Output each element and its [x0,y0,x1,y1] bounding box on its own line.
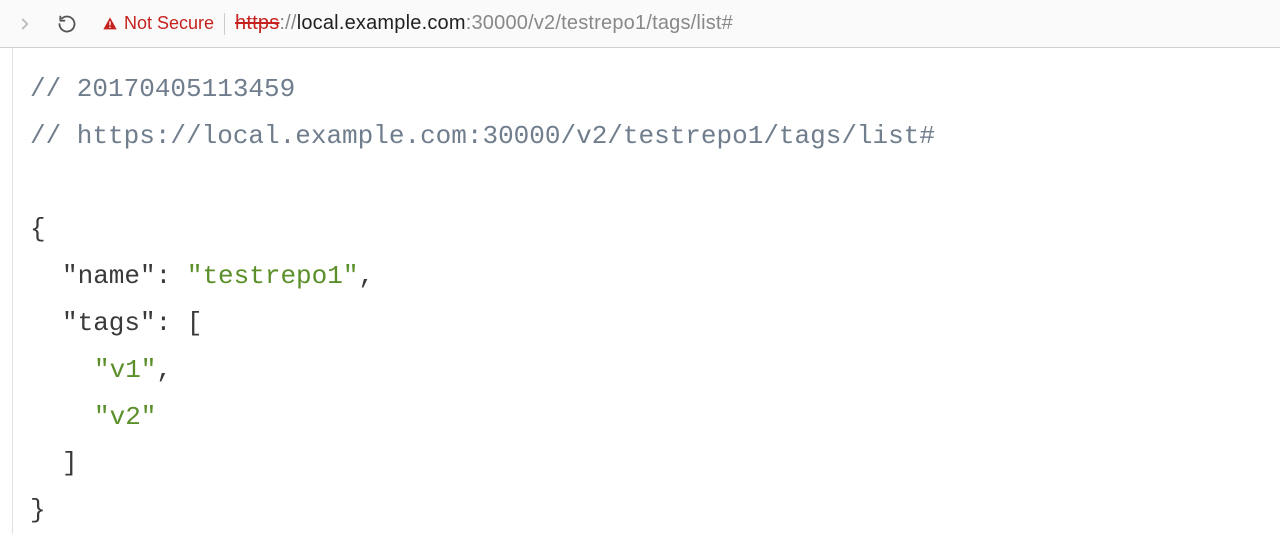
browser-toolbar: Not Secure https://local.example.com:300… [0,0,1280,48]
address-bar[interactable]: Not Secure https://local.example.com:300… [94,8,1270,40]
toolbar-divider [224,13,225,35]
url-scheme: https [235,12,279,34]
warning-icon [102,16,118,32]
json-line: "name": "testrepo1", [30,253,1272,300]
comment-line: // 20170405113459 [30,66,1272,113]
security-label: Not Secure [124,13,214,34]
blank-line [30,160,1272,207]
comment-line: // https://local.example.com:30000/v2/te… [30,113,1272,160]
url-host: local.example.com [297,12,466,34]
json-line: "tags": [ [30,300,1272,347]
json-key: "tags" [62,308,156,338]
brace-open: { [30,214,46,244]
url-text: https://local.example.com:30000/v2/testr… [235,12,733,35]
json-key: "name" [62,261,156,291]
forward-button[interactable] [10,9,40,39]
json-viewer: // 20170405113459 // https://local.examp… [0,48,1280,534]
json-string: "testrepo1" [187,261,359,291]
bracket-open: [ [187,308,203,338]
colon: : [156,261,172,291]
security-indicator[interactable]: Not Secure [102,13,214,34]
json-line: "v2" [30,394,1272,441]
url-port: :30000 [466,12,528,34]
json-string: "v2" [94,402,156,432]
json-line: } [30,487,1272,534]
brace-close: } [30,495,46,525]
reload-button[interactable] [52,9,82,39]
url-separator: :// [279,12,296,34]
json-line: "v1", [30,347,1272,394]
url-path: /v2/testrepo1/tags/list# [528,12,733,34]
colon: : [156,308,172,338]
gutter-line [12,48,13,534]
comma: , [358,261,374,291]
bracket-close: ] [62,448,78,478]
json-string: "v1" [94,355,156,385]
json-line: ] [30,440,1272,487]
comma: , [156,355,172,385]
json-line: { [30,206,1272,253]
